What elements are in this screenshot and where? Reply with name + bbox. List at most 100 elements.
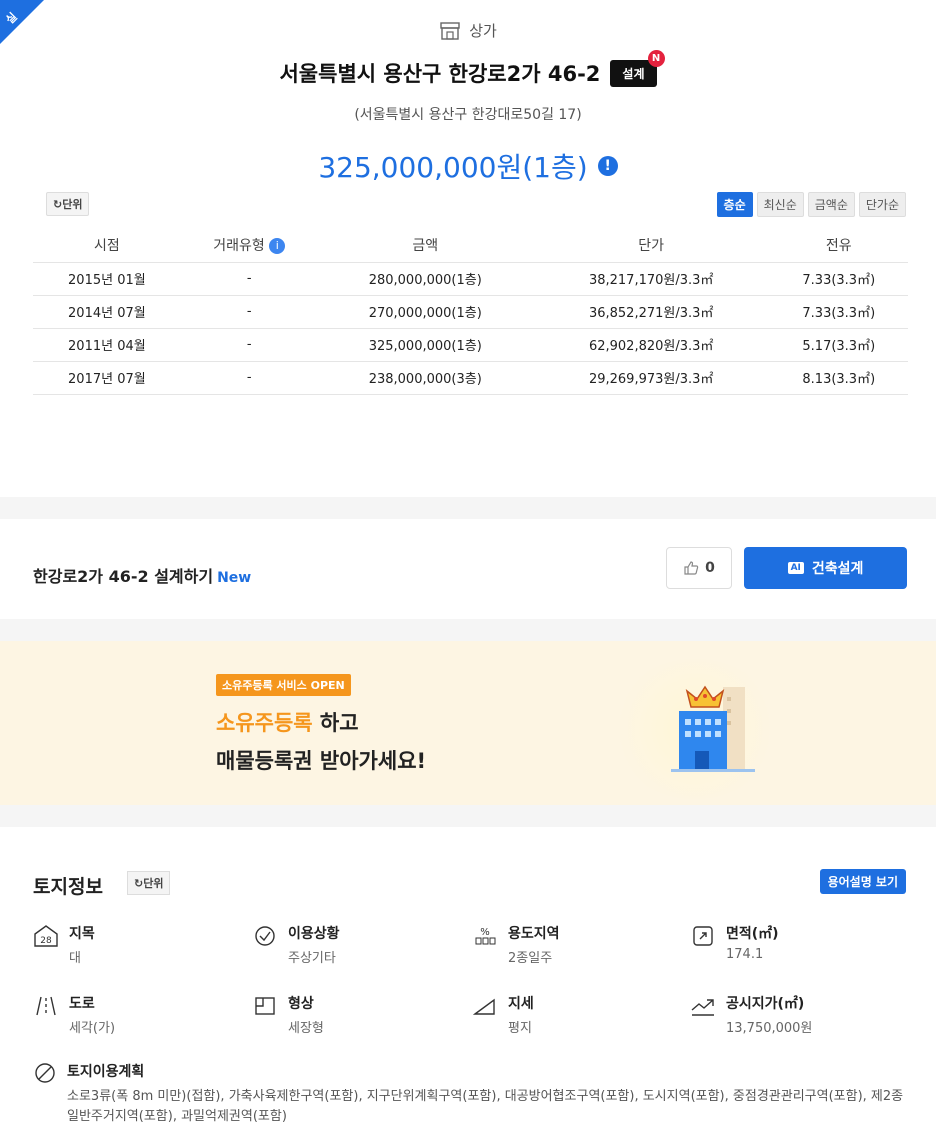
transaction-table: 시점 거래유형 i 금액 단가 전유 2015년 01월 -280,000,000… (33, 228, 908, 395)
banner-tag: 소유주등록 서비스 OPEN (216, 674, 351, 696)
land-item-value: 대 (69, 951, 81, 966)
cell: 7.33(3.3㎡) (769, 294, 908, 328)
land-item-label: 공시지가(㎡) (726, 996, 805, 1012)
svg-text:%: % (480, 927, 490, 938)
info-icon[interactable]: ! (597, 156, 618, 176)
land-item-usage: 이용상황주상기타 (252, 923, 340, 966)
banner-line1-rest: 하고 (312, 711, 359, 735)
shape-icon (252, 993, 278, 1019)
land-item-value: 주상기타 (288, 951, 336, 966)
cell: - (180, 360, 318, 395)
land-item-value: 세장형 (288, 1021, 324, 1036)
cell: 36,852,271원/3.3㎡ (532, 294, 770, 328)
building-crown-icon (671, 685, 755, 772)
thumbs-up-icon (684, 561, 699, 575)
cell: 2017년 07월 (33, 360, 181, 395)
land-item-value: 평지 (508, 1021, 532, 1036)
design-badge[interactable]: 설계 N (610, 49, 665, 87)
like-button[interactable]: 0 (666, 547, 732, 589)
land-item-value: 174.1 (726, 947, 764, 962)
cell: - (180, 294, 318, 328)
land-item-value: 세각(가) (69, 1021, 116, 1036)
new-label: New (217, 570, 252, 586)
cell: 325,000,000(1층) (317, 327, 533, 361)
slope-icon (472, 993, 498, 1019)
table-tools: ↻단위 층순 최신순 금액순 단가순 (46, 192, 906, 217)
cell: 5.17(3.3㎡) (769, 327, 908, 361)
land-item-label: 용도지역 (508, 926, 560, 942)
land-item-jimok: 28 지목대 (33, 923, 95, 966)
land-item-zone: % 용도지역 2종일주 (472, 923, 560, 966)
calendar-28-icon: 28 (33, 923, 59, 949)
cell: 280,000,000(1층) (317, 261, 533, 295)
glossary-button[interactable]: 용어설명 보기 (819, 869, 906, 894)
unit-button-label: 단위 (62, 198, 83, 211)
land-item-label: 지세 (508, 996, 534, 1012)
table-row: 2015년 01월 -280,000,000(1층) 38,217,170원/3.3… (33, 261, 908, 295)
sort-amount[interactable]: 금액순 (807, 192, 855, 217)
table-row: 2011년 04월 -325,000,000(1층) 62,902,820원/3.3… (33, 327, 908, 361)
land-item-road: 도로세각(가) (33, 993, 115, 1036)
land-info-section: 토지정보 ↻단위 용어설명 보기 28 지목대 이용상황주상기타 % 용도지역 2… (0, 827, 936, 1124)
land-unit-label: 단위 (143, 877, 164, 890)
info-icon[interactable]: i (269, 237, 286, 254)
cell: 7.33(3.3㎡) (769, 261, 908, 295)
sort-latest[interactable]: 최신순 (756, 192, 804, 217)
land-unit-button[interactable]: ↻단위 (127, 871, 171, 895)
page-title: 서울특별시 용산구 한강로2가 46-2 (279, 62, 601, 86)
col-type: 거래유형 i (181, 228, 318, 262)
col-amount: 금액 (412, 237, 439, 254)
land-item-value: 2종일주 (508, 951, 553, 966)
cell: - (180, 327, 318, 361)
land-item-label: 이용상황 (288, 926, 340, 942)
land-item-price: 공시지가(㎡) 13,750,000원 (690, 993, 812, 1036)
expand-icon (690, 923, 716, 949)
trend-up-icon (690, 993, 716, 1019)
plan-label: 토지이용계획 (67, 1064, 145, 1080)
land-item-slope: 지세평지 (472, 993, 534, 1036)
land-use-plan: 토지이용계획소로3류(폭 8m 미만)(접함), 가축사육제한구역(포함), 지… (33, 1061, 907, 1127)
land-item-label: 지목 (69, 926, 95, 942)
percent-grid-icon: % (472, 923, 498, 949)
cell: 8.13(3.3㎡) (769, 360, 908, 395)
like-count: 0 (705, 560, 715, 576)
col-date: 시점 (94, 237, 120, 254)
banner-highlight: 소유주등록 (216, 711, 313, 735)
category-label: 상가 (469, 22, 497, 40)
prohibited-icon (33, 1061, 57, 1127)
banner-line2: 매물등록권 받아가세요! (216, 749, 427, 773)
design-badge-label: 설계 (622, 66, 645, 81)
section-divider (0, 805, 936, 827)
price: 325,000,000원(1층) (318, 151, 588, 184)
land-item-label: 형상 (288, 996, 314, 1012)
cell: 62,902,820원/3.3㎡ (532, 327, 770, 361)
land-item-area: 면적(㎡) 174.1 (690, 923, 779, 962)
cell: 270,000,000(1층) (317, 294, 533, 328)
section-divider (0, 619, 936, 641)
land-info-title: 토지정보 (33, 876, 103, 898)
design-title-text: 한강로2가 46-2 설계하기 (33, 567, 214, 586)
col-type-label: 거래유형 (213, 237, 265, 254)
banner-line1: 소유주등록 하고 (216, 707, 359, 737)
land-item-value: 13,750,000원 (726, 1021, 813, 1036)
land-item-shape: 형상세장형 (252, 993, 324, 1036)
svg-text:28: 28 (40, 936, 52, 946)
unit-button[interactable]: ↻단위 (46, 192, 90, 216)
cell: 2011년 04월 (33, 327, 181, 361)
owner-banner[interactable]: 소유주등록 서비스 OPEN 소유주등록 하고 매물등록권 받아가세요! (0, 641, 936, 805)
ai-icon: AI (787, 562, 804, 574)
store-icon (440, 21, 460, 40)
sort-unit-price[interactable]: 단가순 (858, 192, 906, 217)
cell: 238,000,000(3층) (317, 360, 533, 395)
ai-design-button[interactable]: AI 건축설계 (744, 547, 907, 589)
sort-floor[interactable]: 층순 (716, 192, 753, 217)
land-item-label: 면적(㎡) (726, 926, 779, 942)
design-section: 한강로2가 46-2 설계하기 New 0 AI 건축설계 (0, 519, 936, 619)
land-item-label: 도로 (69, 996, 95, 1012)
plan-value: 소로3류(폭 8m 미만)(접함), 가축사육제한구역(포함), 지구단위계획구… (67, 1089, 904, 1124)
section-divider (0, 497, 936, 519)
col-area: 전유 (825, 237, 852, 254)
road-address: (서울특별시 용산구 한강대로50길 17) (354, 107, 582, 123)
cell: 29,269,973원/3.3㎡ (532, 360, 770, 395)
col-unit-price: 단가 (638, 237, 665, 254)
